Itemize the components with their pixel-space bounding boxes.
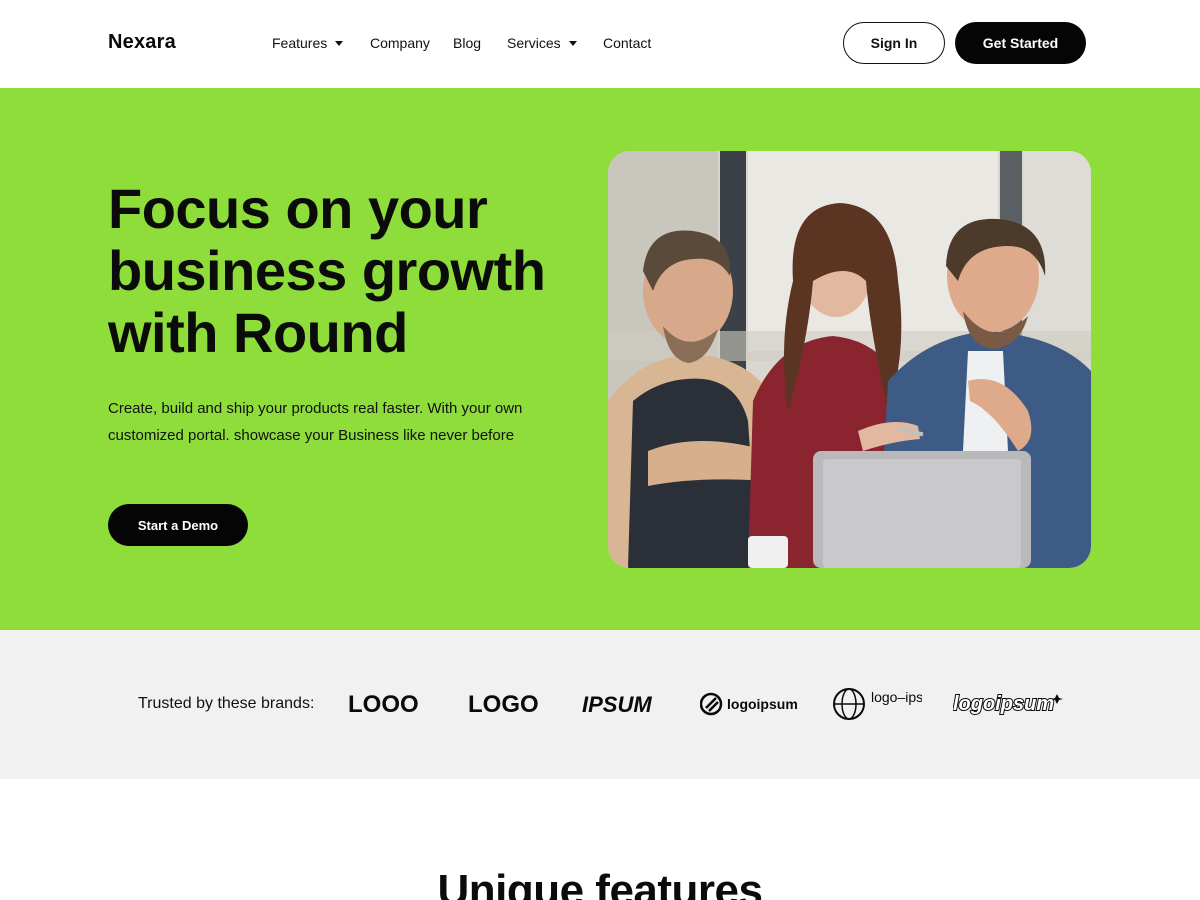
start-demo-button[interactable]: Start a Demo <box>108 504 248 546</box>
nav-item-label: Blog <box>453 35 482 51</box>
nav-item-company[interactable]: Company <box>370 35 430 51</box>
hero-photo <box>608 151 1091 568</box>
brand-logo-1: LOOO <box>348 684 434 724</box>
team-meeting-illustration <box>608 151 1091 568</box>
chevron-down-icon <box>335 40 344 46</box>
hero-description: Create, build and ship your products rea… <box>108 400 523 444</box>
top-navbar: Nexara Features Company Blog Services Co… <box>0 0 1200 88</box>
brand-logo-logo-ipsum: logo–ipsum <box>833 688 922 720</box>
brand-logo-text: LOGO <box>468 691 539 718</box>
brand-logo-logoipsum-italic: logoipsum <box>953 692 1063 716</box>
brand-logo[interactable]: Nexara <box>108 31 176 54</box>
brand-logo-3: IPSUM <box>582 684 668 724</box>
brand-logo-text: logo–ipsum <box>871 689 922 705</box>
sign-in-button[interactable]: Sign In <box>843 22 945 64</box>
brand-logo-ipsum: IPSUM <box>582 692 652 717</box>
nav-item-label: Features <box>272 35 328 51</box>
trusted-label: Trusted by these brands: <box>138 695 315 712</box>
nav-item-contact[interactable]: Contact <box>603 35 651 51</box>
nav-item-blog[interactable]: Blog <box>453 35 481 51</box>
brand-logo-logo: LOGO <box>468 691 539 718</box>
nav-item-label: Contact <box>603 35 652 51</box>
brand-logo-text: LOOO <box>348 691 419 718</box>
brand-logo-looo: LOOO <box>348 691 419 718</box>
brand-logo-6: logoipsum <box>953 684 1065 724</box>
brand-logo-logoipsum: logoipsum <box>700 692 798 716</box>
brand-logo-2: LOGO <box>468 684 550 724</box>
brand-logo-text: logoipsum <box>727 696 798 712</box>
brand-logo-4: logoipsum <box>700 684 800 724</box>
nav-item-label: Company <box>370 35 430 51</box>
chevron-down-icon <box>568 40 577 46</box>
brand-logo-text: logoipsum <box>953 693 1054 715</box>
nav-item-label: Services <box>507 35 561 51</box>
nav-item-features[interactable]: Features <box>272 35 344 51</box>
hero-title: Focus on your business growth with Round <box>108 177 546 364</box>
features-title: Unique features <box>437 866 763 900</box>
hero-section: Focus on your business growth with Round… <box>0 88 1200 630</box>
trusted-brands-section: Trusted by these brands: LOOO LOGO IPSUM… <box>0 630 1200 779</box>
nav-item-services[interactable]: Services <box>507 35 577 51</box>
brand-logo-text: IPSUM <box>582 692 652 717</box>
brand-logo-5: logo–ipsum <box>832 684 922 724</box>
get-started-button[interactable]: Get Started <box>955 22 1086 64</box>
